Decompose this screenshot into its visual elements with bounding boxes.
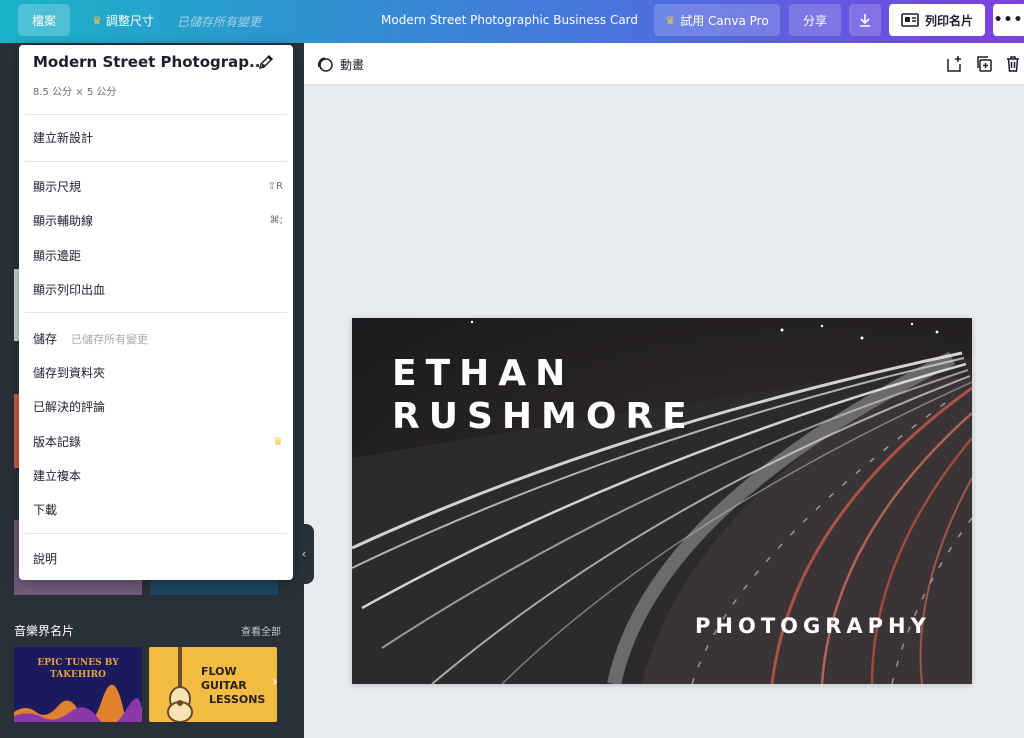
menu-divider: [25, 312, 287, 313]
business-card-icon: [901, 13, 919, 27]
menu-item-show-bleed[interactable]: 顯示列印出血: [33, 281, 283, 298]
chevron-right-icon[interactable]: ›: [272, 674, 278, 690]
card-name-line2: RUSHMORE: [392, 396, 696, 437]
menu-item-show-rulers[interactable]: 顯示尺規 ⇧R: [33, 178, 283, 195]
menu-item-label: 建立新設計: [33, 131, 94, 145]
template-text-line2: LESSONS: [209, 693, 266, 706]
menu-divider: [25, 533, 287, 534]
menu-item-label: 已解決的評論: [33, 400, 106, 414]
top-bar: 檔案 ♛ 調整尺寸 已儲存所有變更 Modern Street Photogra…: [0, 0, 1024, 43]
menu-dimensions: 8.5 公分 × 5 公分: [33, 87, 117, 98]
menu-item-save[interactable]: 儲存 已儲存所有變更: [33, 330, 283, 347]
menu-item-version-history[interactable]: 版本記錄 ♛: [33, 433, 283, 450]
duplicate-page-icon[interactable]: [975, 55, 993, 73]
download-icon: [860, 14, 870, 27]
template-flow-guitar[interactable]: FLOW GUITAR LESSONS: [149, 647, 277, 722]
delete-page-icon[interactable]: [1004, 55, 1022, 73]
template-epic-tunes[interactable]: EPIC TUNES BY TAKEHIRO: [14, 647, 142, 722]
guitar-graphic: [167, 647, 193, 722]
menu-item-download[interactable]: 下載: [33, 501, 283, 518]
waveform-graphic: [14, 684, 142, 722]
file-menu-label: 檔案: [31, 13, 56, 28]
more-options-button[interactable]: •••: [993, 4, 1024, 36]
file-menu-button[interactable]: 檔案: [18, 4, 70, 36]
menu-item-resolved-comments[interactable]: 已解決的評論: [33, 398, 283, 415]
menu-item-label: 版本記錄: [33, 435, 82, 449]
menu-item-new-design[interactable]: 建立新設計: [33, 129, 283, 146]
chevron-left-icon: ‹: [301, 547, 307, 561]
menu-divider: [25, 161, 287, 162]
canvas-toolbar: 動畫: [304, 43, 1024, 85]
menu-item-show-margins[interactable]: 顯示邊距: [33, 247, 283, 264]
menu-item-shortcut: ⇧R: [267, 181, 283, 192]
crown-icon: ♛: [273, 435, 283, 448]
collapse-panel-button[interactable]: ‹: [294, 524, 314, 584]
print-business-cards-button[interactable]: 列印名片: [889, 4, 985, 36]
menu-item-label: 顯示輔助線: [33, 214, 94, 228]
add-page-icon[interactable]: [945, 55, 963, 73]
menu-item-label: 儲存到資料夾: [33, 366, 106, 380]
menu-design-title[interactable]: Modern Street Photograp...: [33, 53, 266, 71]
animate-icon: [317, 57, 333, 72]
share-button[interactable]: 分享: [789, 4, 841, 36]
menu-item-save-to-folder[interactable]: 儲存到資料夾: [33, 364, 283, 381]
resize-label: 調整尺寸: [105, 13, 154, 28]
more-icon: •••: [993, 12, 1024, 28]
download-button[interactable]: [849, 4, 881, 36]
crown-icon: ♛: [665, 13, 676, 27]
menu-item-label: 下載: [33, 503, 58, 517]
menu-item-label: 儲存: [33, 332, 58, 346]
menu-item-help[interactable]: 說明: [33, 550, 283, 567]
menu-save-status: 已儲存所有變更: [71, 332, 149, 346]
see-all-link[interactable]: 查看全部: [241, 623, 281, 638]
business-card-design[interactable]: ETHAN RUSHMORE PHOTOGRAPHY: [352, 318, 972, 684]
save-status: 已儲存所有變更: [177, 15, 262, 29]
pencil-icon[interactable]: [257, 53, 275, 71]
menu-item-label: 顯示列印出血: [33, 283, 106, 297]
animate-button[interactable]: 動畫: [316, 55, 364, 73]
card-name[interactable]: ETHAN RUSHMORE: [392, 352, 696, 438]
card-name-line1: ETHAN: [392, 353, 575, 394]
resize-button[interactable]: ♛ 調整尺寸: [86, 4, 160, 36]
section-title: 音樂界名片: [14, 624, 75, 638]
animate-label: 動畫: [340, 57, 365, 72]
print-label: 列印名片: [924, 13, 973, 28]
menu-item-shortcut: ⌘;: [269, 215, 283, 226]
menu-item-label: 顯示尺規: [33, 180, 82, 194]
template-text: EPIC TUNES BY TAKEHIRO: [37, 658, 119, 680]
menu-divider: [25, 114, 287, 115]
document-title[interactable]: Modern Street Photographic Business Card: [381, 13, 638, 27]
menu-item-make-copy[interactable]: 建立複本: [33, 467, 283, 484]
share-label: 分享: [802, 13, 827, 28]
card-tagline[interactable]: PHOTOGRAPHY: [695, 614, 931, 638]
menu-item-show-guides[interactable]: 顯示輔助線 ⌘;: [33, 212, 283, 229]
file-dropdown-menu: Modern Street Photograp... 8.5 公分 × 5 公分…: [19, 45, 293, 580]
menu-item-label: 顯示邊距: [33, 249, 82, 263]
crown-icon: ♛: [92, 13, 102, 27]
try-pro-label: 試用 Canva Pro: [680, 13, 769, 28]
menu-item-label: 建立複本: [33, 469, 82, 483]
template-text-line1: FLOW GUITAR: [201, 665, 247, 692]
try-canva-pro-button[interactable]: ♛ 試用 Canva Pro: [654, 4, 780, 36]
menu-item-label: 說明: [33, 552, 58, 566]
